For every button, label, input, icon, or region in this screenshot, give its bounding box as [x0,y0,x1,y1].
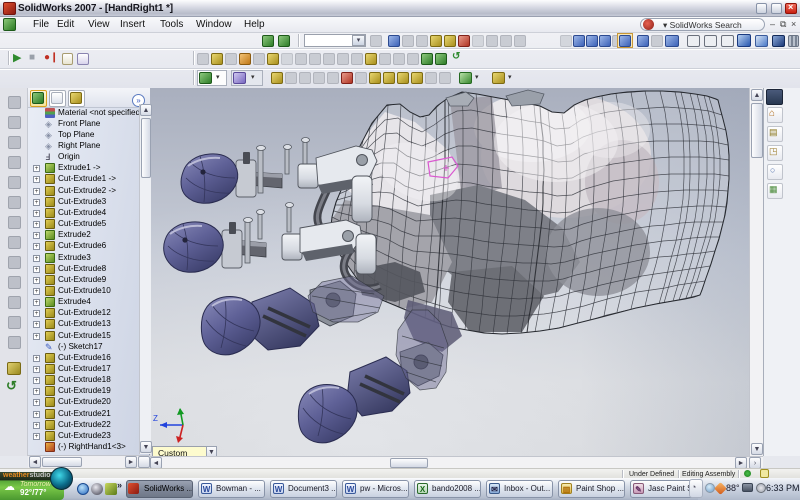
svg-text:Z: Z [153,414,158,423]
